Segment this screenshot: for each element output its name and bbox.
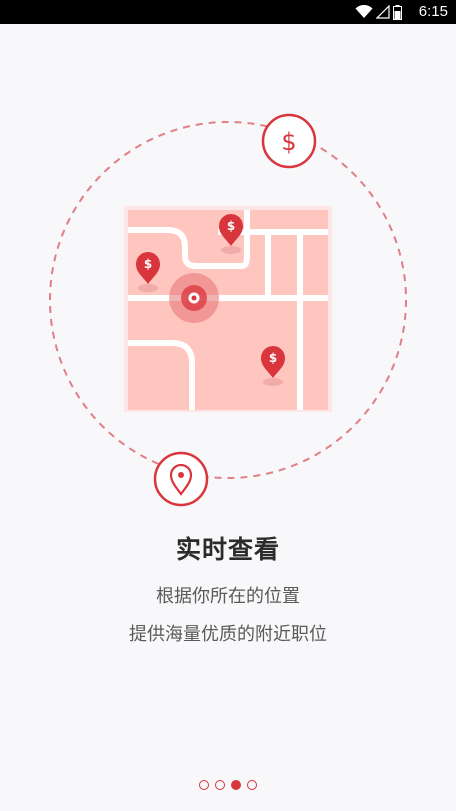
location-pin-circle-icon [153, 451, 209, 507]
subtitle-line-2: 提供海量优质的附近职位 [129, 624, 327, 645]
page-dot-1[interactable] [199, 780, 209, 790]
price-marker-1: $ [136, 252, 160, 292]
user-location-icon [169, 273, 219, 323]
price-marker-label: $ [227, 219, 235, 233]
page-dot-4[interactable] [247, 780, 257, 790]
page-dot-2[interactable] [215, 780, 225, 790]
illustration: $ $ $ $ [49, 113, 407, 507]
wifi-icon [355, 5, 373, 18]
status-time: 6:15 [418, 3, 448, 20]
status-icons [355, 4, 402, 20]
page-indicator [0, 780, 456, 790]
page-title: 实时查看 [175, 535, 280, 564]
price-marker-label: $ [144, 257, 152, 271]
signal-icon [376, 5, 390, 19]
subtitle-line-1: 根据你所在的位置 [156, 586, 300, 607]
price-marker-2: $ [219, 214, 243, 254]
page-dot-3[interactable] [231, 780, 241, 790]
dollar-symbol: $ [281, 128, 296, 156]
price-marker-label: $ [269, 351, 277, 365]
battery-icon [393, 4, 402, 20]
dollar-circle-icon: $ [261, 113, 317, 169]
price-marker-3: $ [261, 346, 285, 386]
status-bar: 6:15 [0, 0, 456, 24]
